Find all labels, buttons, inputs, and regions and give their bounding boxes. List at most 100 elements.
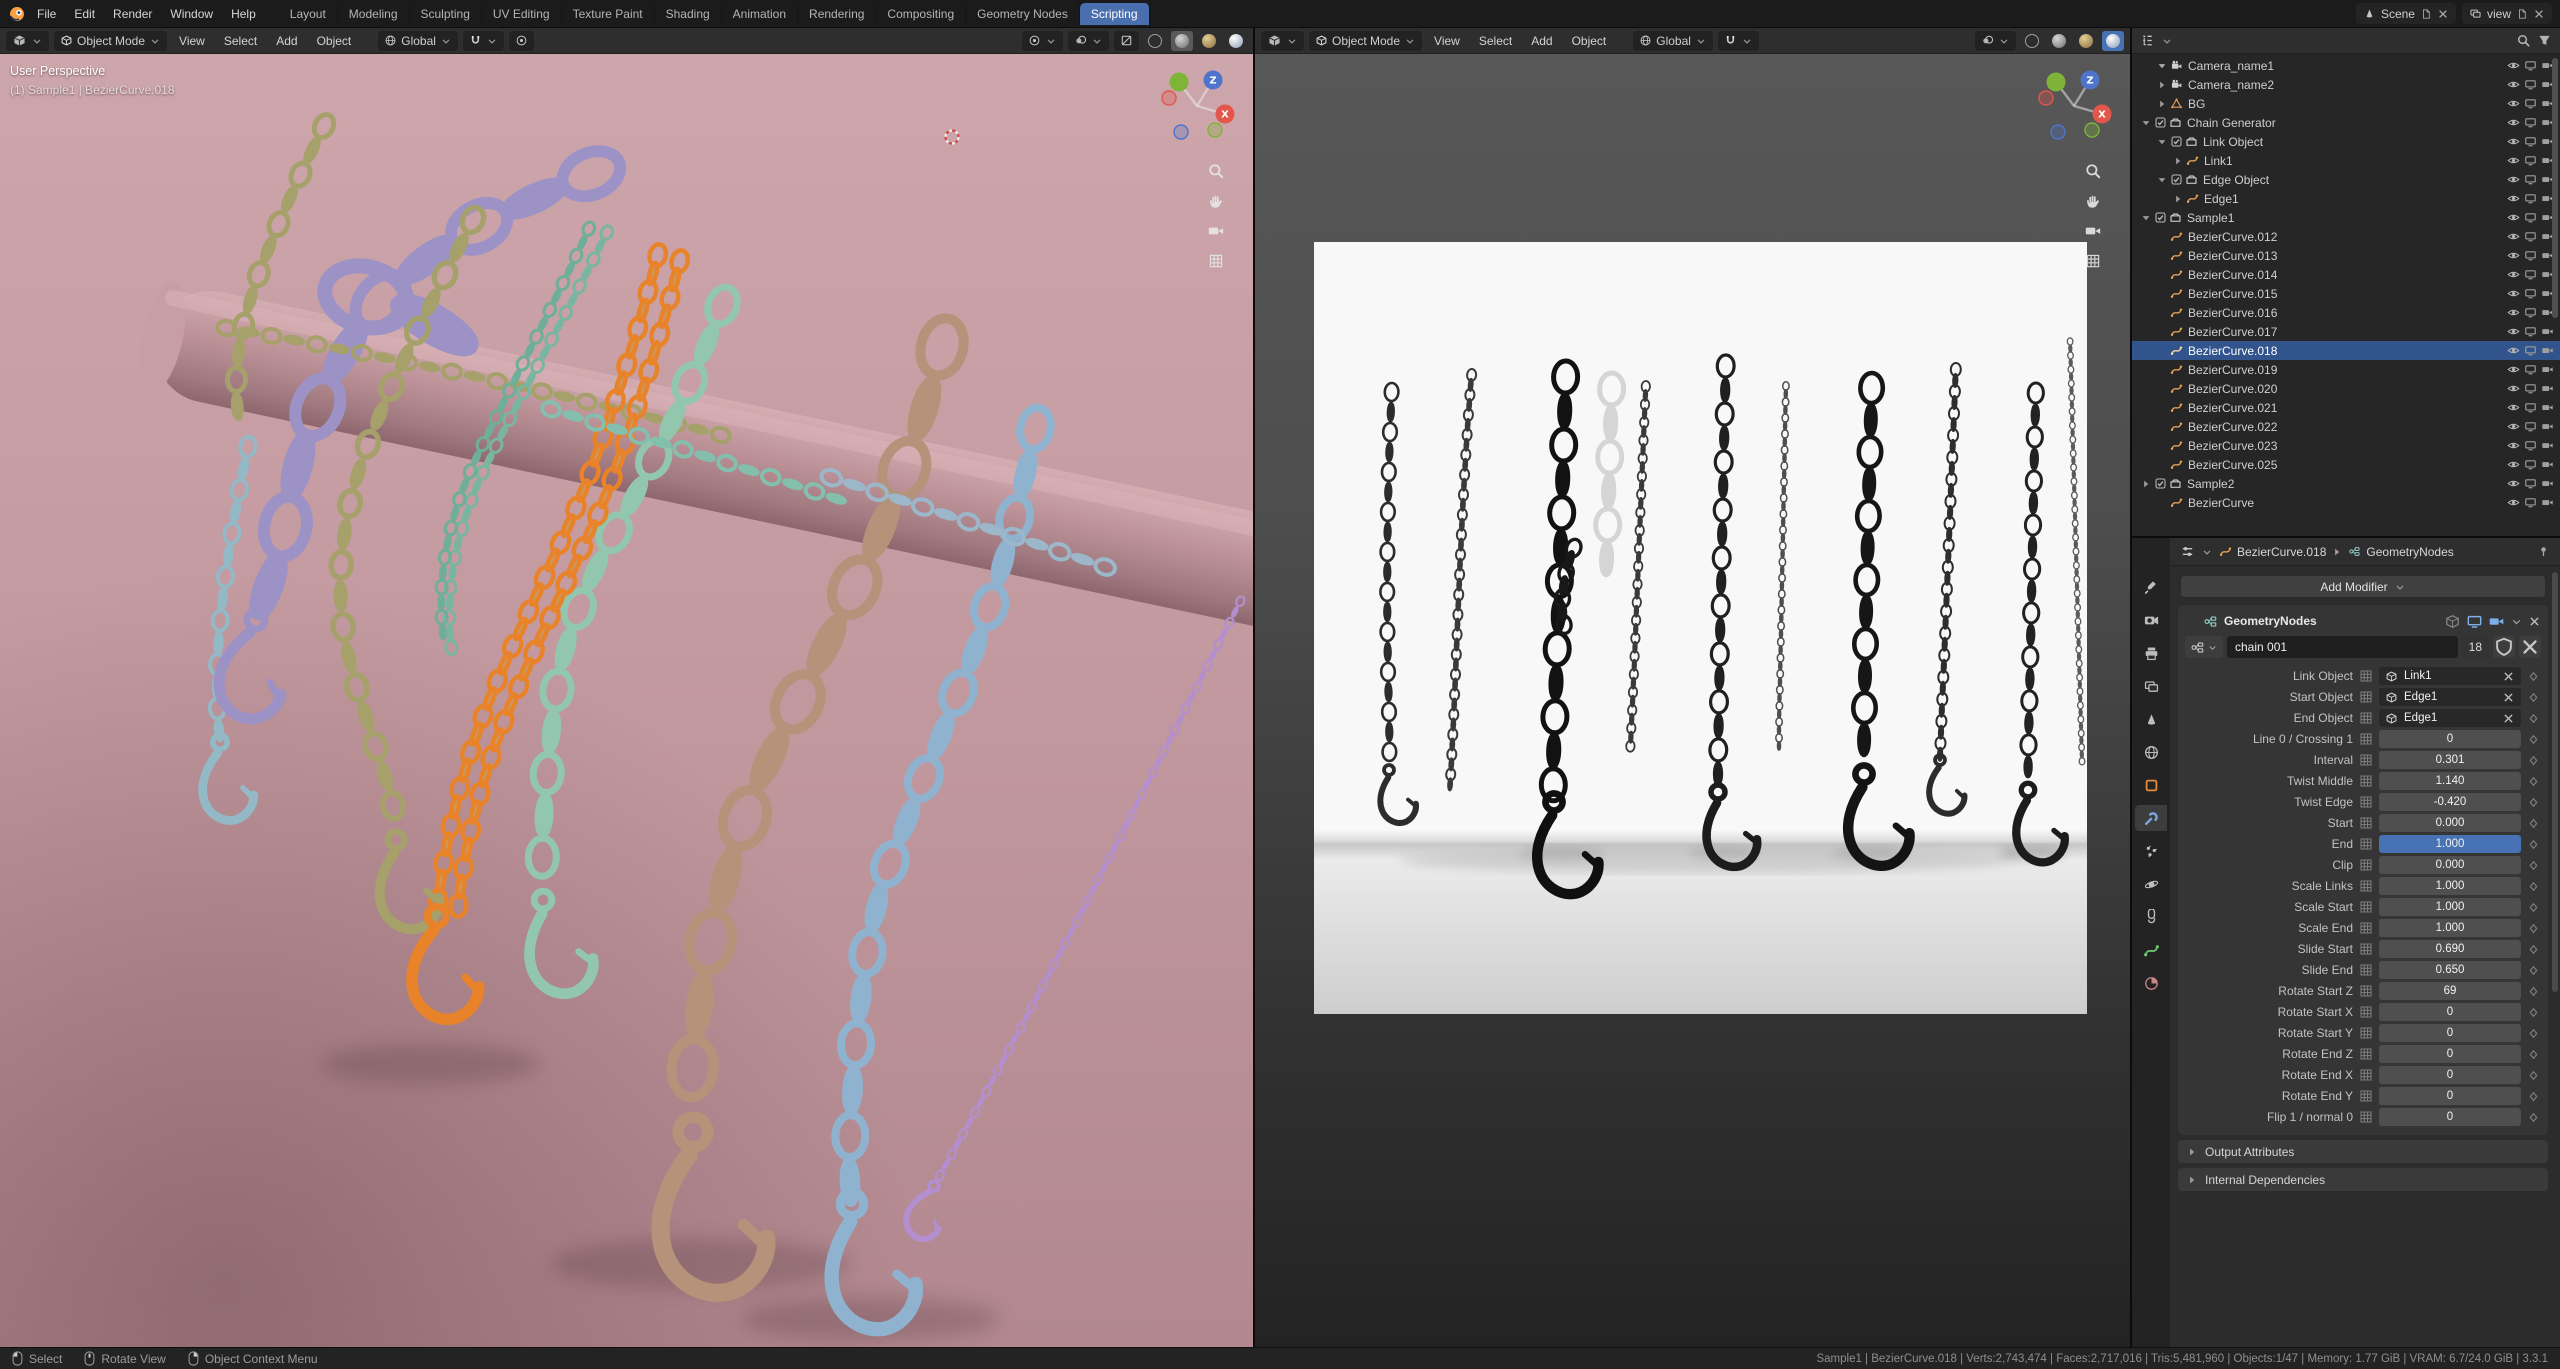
menu-view[interactable]: View <box>1427 32 1467 50</box>
add-modifier-button[interactable]: Add Modifier <box>2180 575 2546 598</box>
remove-view-layer-icon[interactable] <box>2533 8 2545 20</box>
outliner-item-label[interactable]: Chain Generator <box>2187 116 2276 130</box>
outliner-item-label[interactable]: BezierCurve.018 <box>2188 344 2277 358</box>
orthographic-grid-icon[interactable] <box>2084 252 2102 270</box>
input-attribute-toggle-icon[interactable] <box>2358 1046 2374 1062</box>
outliner-item-label[interactable]: BezierCurve.012 <box>2188 230 2277 244</box>
collection-exclude-checkbox[interactable] <box>2170 173 2183 186</box>
input-attribute-toggle-icon[interactable] <box>2358 920 2374 936</box>
workspace-tab-scripting[interactable]: Scripting <box>1079 2 1150 25</box>
hide-in-viewport-icon[interactable] <box>2507 496 2520 509</box>
outliner-row[interactable]: BezierCurve.015 <box>2132 284 2560 303</box>
disable-in-renders-icon[interactable] <box>2541 439 2554 452</box>
value-slider[interactable]: 69 <box>2379 982 2521 1000</box>
disable-in-viewports-icon[interactable] <box>2524 268 2537 281</box>
value-slider[interactable]: -0.420 <box>2379 793 2521 811</box>
animate-property-icon[interactable] <box>2526 690 2541 705</box>
outliner-row[interactable]: Sample2 <box>2132 474 2560 493</box>
input-attribute-toggle-icon[interactable] <box>2358 1067 2374 1083</box>
value-slider[interactable]: 0 <box>2379 1087 2521 1105</box>
disable-in-viewports-icon[interactable] <box>2524 249 2537 262</box>
disable-in-viewports-icon[interactable] <box>2524 230 2537 243</box>
input-attribute-toggle-icon[interactable] <box>2358 941 2374 957</box>
xray-toggle[interactable] <box>1114 30 1139 51</box>
value-slider[interactable]: 1.000 <box>2379 835 2521 853</box>
expand-arrow-icon[interactable] <box>2140 478 2152 490</box>
outliner-item-label[interactable]: Link1 <box>2204 154 2233 168</box>
outliner-row[interactable]: Chain Generator <box>2132 113 2560 132</box>
menu-select[interactable]: Select <box>217 32 264 50</box>
hide-in-viewport-icon[interactable] <box>2507 287 2520 300</box>
animate-property-icon[interactable] <box>2526 921 2541 936</box>
properties-tab-tool[interactable] <box>2135 574 2167 600</box>
animate-property-icon[interactable] <box>2526 984 2541 999</box>
properties-tab-material[interactable] <box>2135 970 2167 996</box>
value-slider[interactable]: 0 <box>2379 1108 2521 1126</box>
animate-property-icon[interactable] <box>2526 732 2541 747</box>
outliner-item-label[interactable]: Sample2 <box>2187 477 2234 491</box>
hide-in-viewport-icon[interactable] <box>2507 458 2520 471</box>
hide-in-viewport-icon[interactable] <box>2507 59 2520 72</box>
disable-in-viewports-icon[interactable] <box>2524 97 2537 110</box>
clear-object-icon[interactable] <box>2502 670 2515 683</box>
value-slider[interactable]: 0.650 <box>2379 961 2521 979</box>
orthographic-grid-icon[interactable] <box>1207 252 1225 270</box>
input-attribute-toggle-icon[interactable] <box>2358 1025 2374 1041</box>
outliner-row[interactable]: Sample1 <box>2132 208 2560 227</box>
input-attribute-toggle-icon[interactable] <box>2358 878 2374 894</box>
properties-tab-view-layer[interactable] <box>2135 673 2167 699</box>
disable-in-viewports-icon[interactable] <box>2524 78 2537 91</box>
section-internal-dependencies[interactable]: Internal Dependencies <box>2178 1168 2548 1191</box>
expand-arrow-icon[interactable] <box>2172 155 2184 167</box>
disable-in-viewports-icon[interactable] <box>2524 306 2537 319</box>
outliner-row[interactable]: Camera_name1 <box>2132 56 2560 75</box>
unlink-node-group-button[interactable] <box>2519 636 2541 658</box>
properties-tab-scene[interactable] <box>2135 706 2167 732</box>
value-slider[interactable]: 0.000 <box>2379 856 2521 874</box>
outliner-item-label[interactable]: Camera_name2 <box>2188 78 2274 92</box>
disable-in-viewports-icon[interactable] <box>2524 439 2537 452</box>
disable-in-viewports-icon[interactable] <box>2524 401 2537 414</box>
workspace-tab-layout[interactable]: Layout <box>279 2 338 25</box>
disable-in-viewports-icon[interactable] <box>2524 458 2537 471</box>
shading-rendered-button[interactable] <box>1225 31 1247 51</box>
disable-in-renders-icon[interactable] <box>2541 401 2554 414</box>
input-attribute-toggle-icon[interactable] <box>2358 668 2374 684</box>
outliner-item-label[interactable]: BezierCurve.021 <box>2188 401 2277 415</box>
properties-scrollbar[interactable] <box>2552 572 2558 992</box>
outliner-item-label[interactable]: Edge Object <box>2203 173 2269 187</box>
collection-exclude-checkbox[interactable] <box>2154 211 2167 224</box>
outliner-item-label[interactable]: Sample1 <box>2187 211 2234 225</box>
input-attribute-toggle-icon[interactable] <box>2358 962 2374 978</box>
disable-in-renders-icon[interactable] <box>2541 477 2554 490</box>
workspace-tab-compositing[interactable]: Compositing <box>876 2 967 25</box>
outliner-row[interactable]: BezierCurve <box>2132 493 2560 512</box>
expand-arrow-icon[interactable] <box>2156 136 2168 148</box>
clear-object-icon[interactable] <box>2502 712 2515 725</box>
animate-property-icon[interactable] <box>2526 963 2541 978</box>
workspace-tab-rendering[interactable]: Rendering <box>798 2 877 25</box>
snapping-dropdown[interactable] <box>462 30 504 51</box>
mode-dropdown[interactable]: Object Mode <box>1309 30 1423 51</box>
animate-property-icon[interactable] <box>2526 774 2541 789</box>
hide-in-viewport-icon[interactable] <box>2507 420 2520 433</box>
value-slider[interactable]: 1.000 <box>2379 877 2521 895</box>
outliner-item-label[interactable]: BezierCurve.025 <box>2188 458 2277 472</box>
input-attribute-toggle-icon[interactable] <box>2358 794 2374 810</box>
shading-solid-button[interactable] <box>2048 31 2070 51</box>
outliner-row[interactable]: Link Object <box>2132 132 2560 151</box>
breadcrumb-object[interactable]: BezierCurve.018 <box>2237 545 2326 559</box>
disable-in-viewports-icon[interactable] <box>2524 344 2537 357</box>
input-attribute-toggle-icon[interactable] <box>2358 689 2374 705</box>
outliner-item-label[interactable]: BezierCurve.019 <box>2188 363 2277 377</box>
shading-wireframe-button[interactable] <box>2021 31 2043 51</box>
hide-in-viewport-icon[interactable] <box>2507 382 2520 395</box>
disable-in-renders-icon[interactable] <box>2541 363 2554 376</box>
input-attribute-toggle-icon[interactable] <box>2358 983 2374 999</box>
outliner-row[interactable]: BezierCurve.013 <box>2132 246 2560 265</box>
animate-property-icon[interactable] <box>2526 795 2541 810</box>
properties-tab-modifiers[interactable] <box>2135 805 2167 831</box>
expand-arrow-icon[interactable] <box>2156 60 2168 72</box>
outliner-item-label[interactable]: Link Object <box>2203 135 2263 149</box>
value-slider[interactable]: 0 <box>2379 1045 2521 1063</box>
